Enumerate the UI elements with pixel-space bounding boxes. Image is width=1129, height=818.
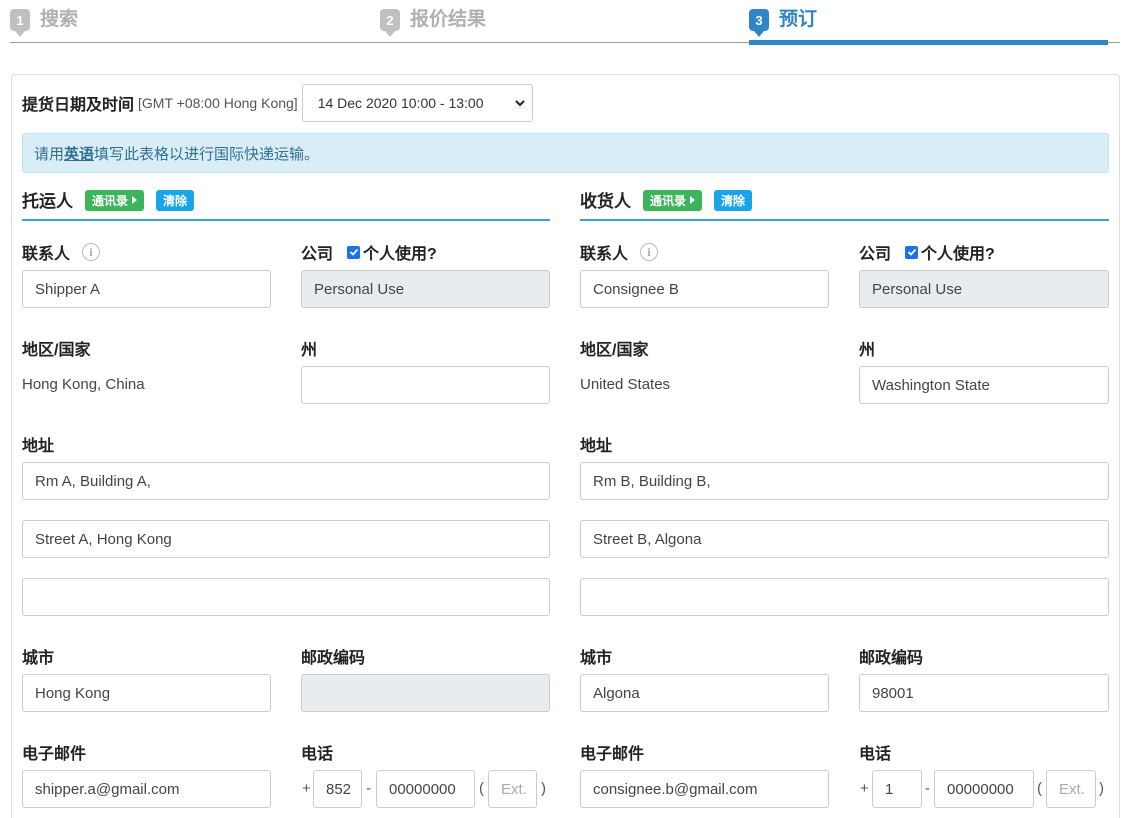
consignee-state-input[interactable]: Washington State <box>859 366 1109 404</box>
contact-label-text: 联系人 <box>22 246 71 263</box>
consignee-contact-input[interactable]: Consignee B <box>580 270 829 308</box>
shipper-address-line3[interactable] <box>22 578 550 616</box>
address-book-label: 通讯录 <box>650 193 687 208</box>
shipper-country-label: 地区/国家 <box>22 342 91 359</box>
phone-open-paren: ( <box>1037 780 1042 797</box>
english-notice: 请用 英语 填写此表格以进行国际快递运输。 <box>22 133 1109 173</box>
company-label-text: 公司 <box>859 246 892 263</box>
shipper-email-input[interactable]: shipper.a@gmail.com <box>22 770 271 808</box>
pickup-date-select[interactable]: 14 Dec 2020 10:00 - 13:00 <box>301 84 533 122</box>
shipper-company-label: 公司 个人使用? <box>301 240 437 264</box>
shipper-state-input[interactable] <box>301 366 550 404</box>
consignee-header: 收货人 通讯录 清除 <box>580 185 1109 221</box>
pickup-date-row: 提货日期及时间 [GMT +08:00 Hong Kong] 14 Dec 20… <box>22 84 533 122</box>
phone-plus: + <box>860 780 869 797</box>
company-label-text: 公司 <box>301 246 334 263</box>
consignee-phone-number[interactable]: 00000000 <box>934 770 1034 808</box>
pickup-date-value: 14 Dec 2020 10:00 - 13:00 <box>317 95 484 111</box>
info-icon[interactable]: i <box>640 243 659 261</box>
shipper-contact-input[interactable]: Shipper A <box>22 270 271 308</box>
consignee-personal-use-checkbox[interactable] <box>905 245 919 259</box>
consignee-company-input: Personal Use <box>859 270 1109 308</box>
consignee-zip-label: 邮政编码 <box>859 650 924 667</box>
shipper-clear-button[interactable]: 清除 <box>156 189 195 211</box>
clear-label: 清除 <box>721 193 746 208</box>
personal-use-label: 个人使用? <box>921 246 995 263</box>
phone-close-paren: ) <box>541 780 546 797</box>
consignee-zip-input[interactable]: 98001 <box>859 674 1109 712</box>
phone-plus: + <box>302 780 311 797</box>
shipper-personal-use-checkbox[interactable] <box>347 245 361 259</box>
consignee-state-label: 州 <box>859 342 876 359</box>
consignee-address-line3[interactable] <box>580 578 1109 616</box>
shipper-city-input[interactable]: Hong Kong <box>22 674 271 712</box>
consignee-phone-ext[interactable]: Ext. <box>1046 770 1096 808</box>
caret-right-icon <box>132 196 138 204</box>
step-number: 2 <box>380 9 400 37</box>
shipper-phone-country-code[interactable]: 852 <box>313 770 362 808</box>
pickup-date-label: 提货日期及时间 <box>22 97 135 114</box>
shipper-phone-label: 电话 <box>301 746 334 763</box>
step-quote-results[interactable]: 2 报价结果 <box>380 6 486 42</box>
progress-steps: 1 搜索 2 报价结果 3 预订 <box>10 0 1120 48</box>
shipper-company-input: Personal Use <box>301 270 550 308</box>
shipper-phone-number[interactable]: 00000000 <box>376 770 475 808</box>
phone-dash: - <box>925 780 930 797</box>
consignee-address-book-button[interactable]: 通讯录 <box>643 189 703 211</box>
shipper-zip-input <box>301 674 550 712</box>
consignee-email-label: 电子邮件 <box>580 746 645 763</box>
consignee-company-label: 公司 个人使用? <box>859 240 995 264</box>
step-label: 搜索 <box>40 9 79 30</box>
contact-label-text: 联系人 <box>580 246 629 263</box>
notice-suffix: 填写此表格以进行国际快递运输。 <box>94 145 320 163</box>
consignee-country-value: United States <box>580 376 671 393</box>
shipper-phone-ext[interactable]: Ext. <box>488 770 537 808</box>
phone-dash: - <box>366 780 371 797</box>
shipper-city-label: 城市 <box>22 650 55 667</box>
notice-emphasis: 英语 <box>64 145 95 163</box>
info-icon[interactable]: i <box>82 243 101 261</box>
step-search[interactable]: 1 搜索 <box>10 6 78 42</box>
consignee-phone-label: 电话 <box>859 746 892 763</box>
shipper-address-label: 地址 <box>22 438 55 455</box>
shipper-address-line2[interactable]: Street A, Hong Kong <box>22 520 550 558</box>
check-icon <box>349 248 358 256</box>
consignee-phone-country-code[interactable]: 1 <box>872 770 922 808</box>
consignee-contact-label: 联系人 i <box>580 240 659 264</box>
notice-prefix: 请用 <box>34 145 65 163</box>
shipper-country-value: Hong Kong, China <box>22 376 145 393</box>
phone-close-paren: ) <box>1099 780 1104 797</box>
personal-use-label: 个人使用? <box>363 246 437 263</box>
step-booking: 3 预订 <box>749 6 817 42</box>
shipper-header: 托运人 通讯录 清除 <box>22 185 550 221</box>
consignee-address-line1[interactable]: Rm B, Building B, <box>580 462 1109 500</box>
phone-open-paren: ( <box>479 780 484 797</box>
consignee-address-line2[interactable]: Street B, Algona <box>580 520 1109 558</box>
check-icon <box>907 248 916 256</box>
consignee-city-input[interactable]: Algona <box>580 674 829 712</box>
consignee-email-input[interactable]: consignee.b@gmail.com <box>580 770 829 808</box>
active-step-bar <box>749 40 1108 45</box>
consignee-country-label: 地区/国家 <box>580 342 649 359</box>
shipper-address-book-button[interactable]: 通讯录 <box>85 189 145 211</box>
clear-label: 清除 <box>163 193 188 208</box>
consignee-title: 收货人 <box>580 191 631 211</box>
consignee-clear-button[interactable]: 清除 <box>714 189 753 211</box>
pickup-timezone: [GMT +08:00 Hong Kong] <box>138 95 298 111</box>
step-label: 预订 <box>779 9 818 30</box>
address-book-label: 通讯录 <box>92 193 129 208</box>
shipper-zip-label: 邮政编码 <box>301 650 366 667</box>
shipper-email-label: 电子邮件 <box>22 746 87 763</box>
shipper-title: 托运人 <box>22 191 73 211</box>
step-number: 1 <box>10 9 30 37</box>
consignee-city-label: 城市 <box>580 650 613 667</box>
step-label: 报价结果 <box>410 9 487 30</box>
caret-right-icon <box>690 196 696 204</box>
shipper-contact-label: 联系人 i <box>22 240 101 264</box>
step-number: 3 <box>749 9 769 37</box>
shipper-state-label: 州 <box>301 342 318 359</box>
chevron-down-icon <box>514 100 525 107</box>
consignee-address-label: 地址 <box>580 438 613 455</box>
shipper-address-line1[interactable]: Rm A, Building A, <box>22 462 550 500</box>
